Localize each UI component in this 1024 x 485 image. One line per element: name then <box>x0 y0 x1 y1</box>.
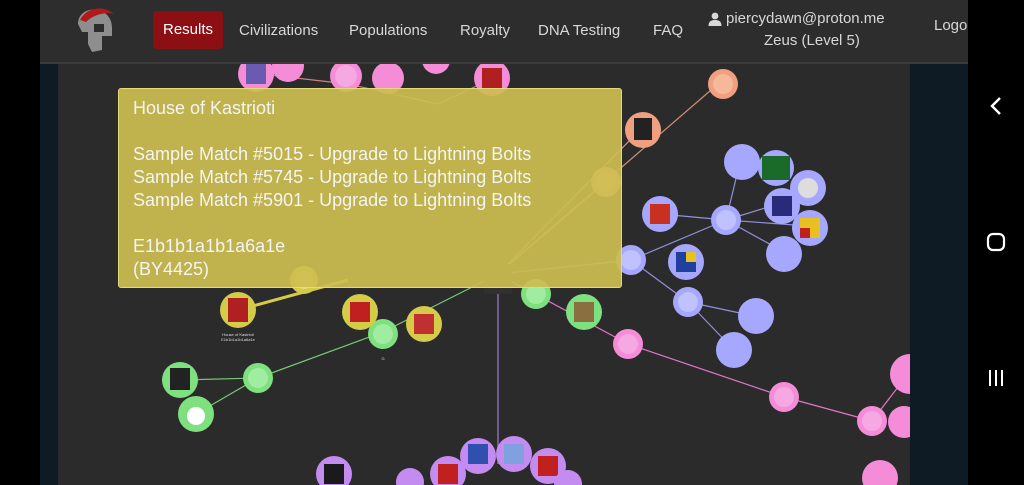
left-edge <box>0 0 40 485</box>
nav-civilizations[interactable]: Civilizations <box>239 0 318 62</box>
tooltip-match-3[interactable]: Sample Match #5901 - Upgrade to Lightnin… <box>133 189 607 212</box>
home-icon[interactable] <box>980 226 1012 258</box>
user-level: Zeus (Level 5) <box>764 32 860 49</box>
recents-icon[interactable] <box>980 362 1012 394</box>
nav-dna-testing[interactable]: DNA Testing <box>538 0 620 62</box>
nav-populations[interactable]: Populations <box>349 0 427 62</box>
spartan-helmet-logo[interactable] <box>72 6 118 54</box>
android-nav-bar <box>968 0 1024 485</box>
nav-faq[interactable]: FAQ <box>653 0 683 62</box>
back-icon[interactable] <box>980 90 1012 122</box>
node-tooltip: House of Kastrioti Sample Match #5015 - … <box>118 88 622 288</box>
green-node-label: G <box>381 356 384 361</box>
tooltip-snp: (BY4425) <box>133 259 210 279</box>
tooltip-haplogroup: E1b1b1a1b1a6a1e <box>133 236 286 256</box>
kastrioti-node-sublabel: E1b1b1a1b1a6a1e <box>221 337 256 342</box>
nav-logout[interactable]: Logo <box>934 0 967 52</box>
nav-results[interactable]: Results <box>153 11 223 49</box>
top-navbar: Results Civilizations Populations Royalt… <box>40 0 968 64</box>
user-icon <box>708 12 722 26</box>
tooltip-match-2[interactable]: Sample Match #5745 - Upgrade to Lightnin… <box>133 166 607 189</box>
app-window: Results Civilizations Populations Royalt… <box>40 0 968 485</box>
nav-royalty[interactable]: Royalty <box>460 0 510 62</box>
ancestry-graph[interactable]: House of Kastrioti E1b1b1a1b1a6a1e G Hou… <box>58 64 910 485</box>
tooltip-title: House of Kastrioti <box>133 98 276 118</box>
tooltip-match-1[interactable]: Sample Match #5015 - Upgrade to Lightnin… <box>133 143 607 166</box>
user-email: piercydawn@proton.me <box>726 10 885 27</box>
